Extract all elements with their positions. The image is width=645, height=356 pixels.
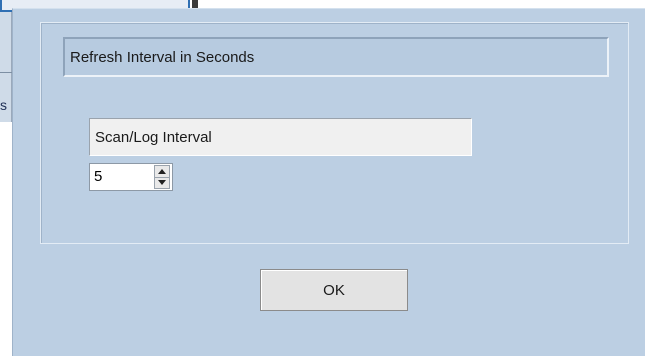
interval-spinbox[interactable]: 5 bbox=[89, 163, 173, 191]
triangle-down-icon bbox=[158, 180, 166, 186]
background-panel-divider bbox=[0, 72, 12, 73]
ok-button[interactable]: OK bbox=[260, 269, 408, 311]
interval-value-input[interactable]: 5 bbox=[90, 164, 154, 190]
group-title: Refresh Interval in Seconds bbox=[70, 48, 255, 66]
scan-log-interval-label-panel: Scan/Log Interval bbox=[89, 118, 472, 156]
group-title-panel: Refresh Interval in Seconds bbox=[63, 37, 609, 77]
screen: s Refresh Interval in Seconds Scan/Log I… bbox=[0, 0, 645, 356]
scan-log-interval-label: Scan/Log Interval bbox=[95, 128, 212, 146]
background-window-panel: s bbox=[0, 12, 12, 122]
refresh-interval-dialog: Refresh Interval in Seconds Scan/Log Int… bbox=[12, 8, 645, 356]
spin-down-button[interactable] bbox=[155, 176, 169, 188]
spin-up-button[interactable] bbox=[155, 166, 169, 177]
background-partial-text: s bbox=[0, 97, 7, 113]
refresh-interval-groupbox: Refresh Interval in Seconds Scan/Log Int… bbox=[40, 22, 629, 244]
spin-buttons bbox=[154, 165, 170, 189]
triangle-up-icon bbox=[158, 168, 166, 174]
